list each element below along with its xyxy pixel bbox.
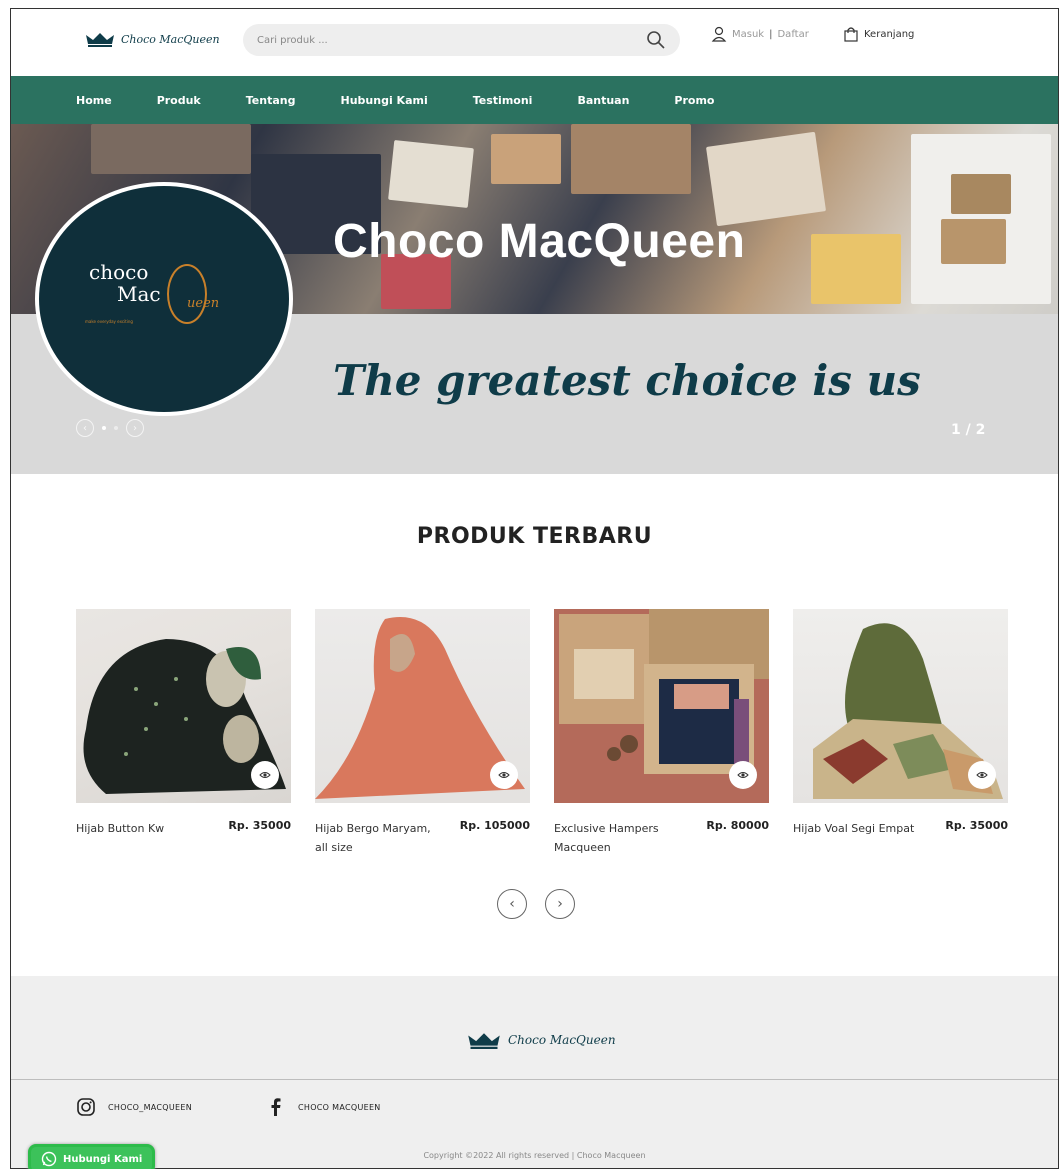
product-price: Rp. 105000 [459, 819, 530, 832]
product-price: Rp. 35000 [945, 819, 1008, 832]
footer-brand[interactable]: Choco MacQueen [466, 1031, 616, 1049]
eye-icon [976, 772, 988, 778]
eye-icon [498, 772, 510, 778]
quick-view-button[interactable] [490, 761, 518, 789]
whatsapp-icon [41, 1151, 57, 1167]
account-links: Masuk | Daftar [711, 26, 809, 42]
nav-bantuan[interactable]: Bantuan [577, 94, 629, 107]
slide-counter: 1 / 2 [951, 422, 986, 438]
nav-testimoni[interactable]: Testimoni [473, 94, 533, 107]
search-bar [243, 24, 680, 56]
quick-view-button[interactable] [729, 761, 757, 789]
facebook-handle: CHOCO MACQUEEN [298, 1102, 381, 1112]
eye-icon [737, 772, 749, 778]
product-card[interactable]: Exclusive Hampers Macqueen Rp. 80000 [554, 609, 769, 857]
instagram-link[interactable]: CHOCO_MACQUEEN [76, 1097, 192, 1117]
nav-hubungi-kami[interactable]: Hubungi Kami [341, 94, 428, 107]
eye-icon [259, 772, 271, 778]
nav-promo[interactable]: Promo [674, 94, 714, 107]
copyright: Copyright ©2022 All rights reserved | Ch… [423, 1151, 646, 1160]
product-card[interactable]: Hijab Button Kw Rp. 35000 [76, 609, 291, 857]
nav-home[interactable]: Home [76, 94, 112, 107]
cart-link[interactable]: Keranjang [843, 26, 914, 42]
facebook-link[interactable]: CHOCO MACQUEEN [266, 1097, 381, 1117]
product-name[interactable]: Hijab Voal Segi Empat [793, 819, 923, 838]
logo-text-queen: ueen [187, 296, 220, 311]
product-price: Rp. 80000 [706, 819, 769, 832]
product-image[interactable] [76, 609, 291, 803]
product-image[interactable] [315, 609, 530, 803]
search-input[interactable] [257, 34, 646, 46]
instagram-handle: CHOCO_MACQUEEN [108, 1102, 193, 1112]
register-link[interactable]: Daftar [777, 29, 808, 40]
user-icon [711, 26, 727, 42]
logo-q-ring [167, 264, 207, 324]
account-separator: | [769, 28, 773, 40]
nav-produk[interactable]: Produk [157, 94, 201, 107]
brand-logo[interactable]: Choco MacQueen [85, 31, 220, 47]
cart-label: Keranjang [864, 28, 915, 40]
product-name[interactable]: Hijab Button Kw [76, 819, 206, 838]
slider-controls: ‹ › [76, 419, 144, 437]
crown-icon [468, 1033, 500, 1049]
hero-tagline: The greatest choice is us [333, 356, 921, 405]
whatsapp-label: Hubungi Kami [63, 1153, 143, 1165]
footer-brand-name: Choco MacQueen [508, 1033, 616, 1047]
nav-tentang[interactable]: Tentang [246, 94, 296, 107]
quick-view-button[interactable] [251, 761, 279, 789]
product-name[interactable]: Exclusive Hampers Macqueen [554, 819, 684, 857]
shopping-bag-icon [844, 27, 858, 42]
brand-name: Choco MacQueen [121, 32, 220, 46]
product-image[interactable] [554, 609, 769, 803]
slider-dot-active[interactable] [102, 426, 106, 430]
product-image[interactable] [793, 609, 1008, 803]
product-name[interactable]: Hijab Bergo Maryam, all size [315, 819, 445, 857]
main-nav: Home Produk Tentang Hubungi Kami Testimo… [11, 76, 1058, 124]
logo-text-choco: choco [89, 260, 149, 284]
hero-banner: Choco MacQueen The greatest choice is us… [11, 124, 1058, 474]
section-title: PRODUK TERBARU [416, 524, 653, 549]
product-pager: ‹ › [497, 889, 575, 919]
search-icon[interactable] [646, 30, 666, 50]
login-link[interactable]: Masuk [732, 29, 764, 40]
product-price: Rp. 35000 [228, 819, 291, 832]
logo-text-mac: Mac [117, 282, 161, 306]
slider-prev-button[interactable]: ‹ [76, 419, 94, 437]
page-frame: Choco MacQueen Masuk | Daftar Keranjang [10, 8, 1059, 1169]
crown-icon [86, 33, 114, 47]
hero-title: Choco MacQueen [333, 215, 746, 268]
slider-dot[interactable] [114, 426, 118, 430]
logo-slogan: make everyday exciting [85, 319, 133, 324]
footer-band [11, 976, 1058, 1079]
product-list: Hijab Button Kw Rp. 35000 Hijab Bergo Ma… [76, 609, 1011, 857]
whatsapp-contact-button[interactable]: Hubungi Kami [28, 1144, 156, 1169]
quick-view-button[interactable] [968, 761, 996, 789]
brand-logo-circle: choco Mac ueen make everyday exciting [35, 182, 293, 416]
product-card[interactable]: Hijab Bergo Maryam, all size Rp. 105000 [315, 609, 530, 857]
products-next-button[interactable]: › [545, 889, 575, 919]
instagram-icon [77, 1098, 95, 1116]
header: Choco MacQueen Masuk | Daftar Keranjang [11, 9, 1058, 76]
facebook-icon [271, 1098, 281, 1116]
slider-next-button[interactable]: › [126, 419, 144, 437]
products-prev-button[interactable]: ‹ [497, 889, 527, 919]
product-card[interactable]: Hijab Voal Segi Empat Rp. 35000 [793, 609, 1008, 857]
